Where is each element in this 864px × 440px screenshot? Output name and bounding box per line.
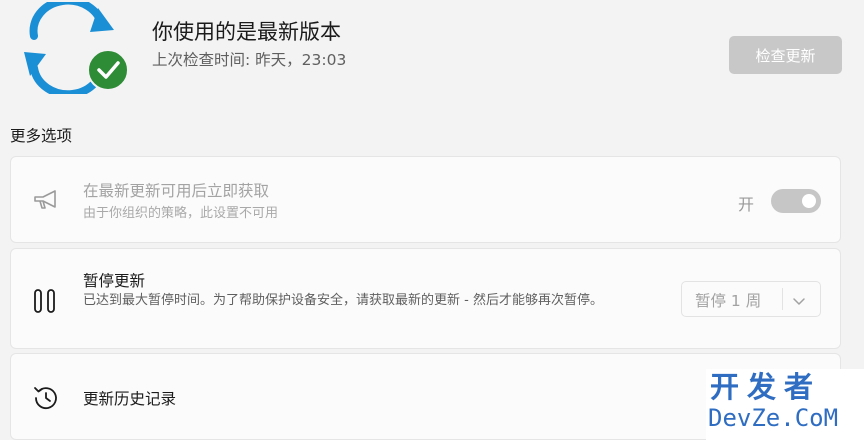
update-status-icon bbox=[18, 0, 134, 99]
get-latest-updates-toggle[interactable] bbox=[771, 189, 821, 213]
policy-unavailable-text: 由于你组织的策略，此设置不可用 bbox=[83, 206, 279, 221]
watermark-bottom-text: DevZe.CoM bbox=[708, 404, 839, 432]
chevron-down-icon[interactable] bbox=[792, 293, 806, 305]
get-latest-updates-label: 在最新更新可用后立即获取 bbox=[83, 182, 270, 200]
update-status-title: 你使用的是最新版本 bbox=[152, 20, 341, 44]
last-checked-text: 上次检查时间: 昨天，23:03 bbox=[152, 51, 347, 69]
dropdown-divider bbox=[782, 288, 783, 310]
update-history-label: 更新历史记录 bbox=[83, 390, 177, 408]
site-watermark: 开发者 DevZe.CoM bbox=[706, 369, 864, 440]
megaphone-icon bbox=[31, 185, 61, 215]
toggle-knob bbox=[802, 194, 816, 208]
pause-limit-description: 已达到最大暂停时间。为了帮助保护设备安全，请获取最新的更新 - 然后才能够再次暂… bbox=[83, 293, 603, 308]
more-options-heading: 更多选项 bbox=[10, 127, 73, 145]
pause-duration-value: 暂停 1 周 bbox=[695, 292, 762, 310]
toggle-state-label: 开 bbox=[738, 195, 755, 214]
pause-updates-card: 暂停更新 已达到最大暂停时间。为了帮助保护设备安全，请获取最新的更新 - 然后才… bbox=[10, 248, 841, 349]
check-updates-button[interactable]: 检查更新 bbox=[729, 36, 842, 74]
pause-duration-dropdown[interactable]: 暂停 1 周 bbox=[681, 281, 821, 317]
pause-icon bbox=[31, 287, 61, 317]
pause-updates-label: 暂停更新 bbox=[83, 272, 146, 290]
get-latest-updates-card: 在最新更新可用后立即获取 由于你组织的策略，此设置不可用 开 bbox=[10, 156, 841, 243]
watermark-top-text: 开发者 bbox=[710, 370, 822, 404]
history-icon bbox=[31, 383, 61, 413]
